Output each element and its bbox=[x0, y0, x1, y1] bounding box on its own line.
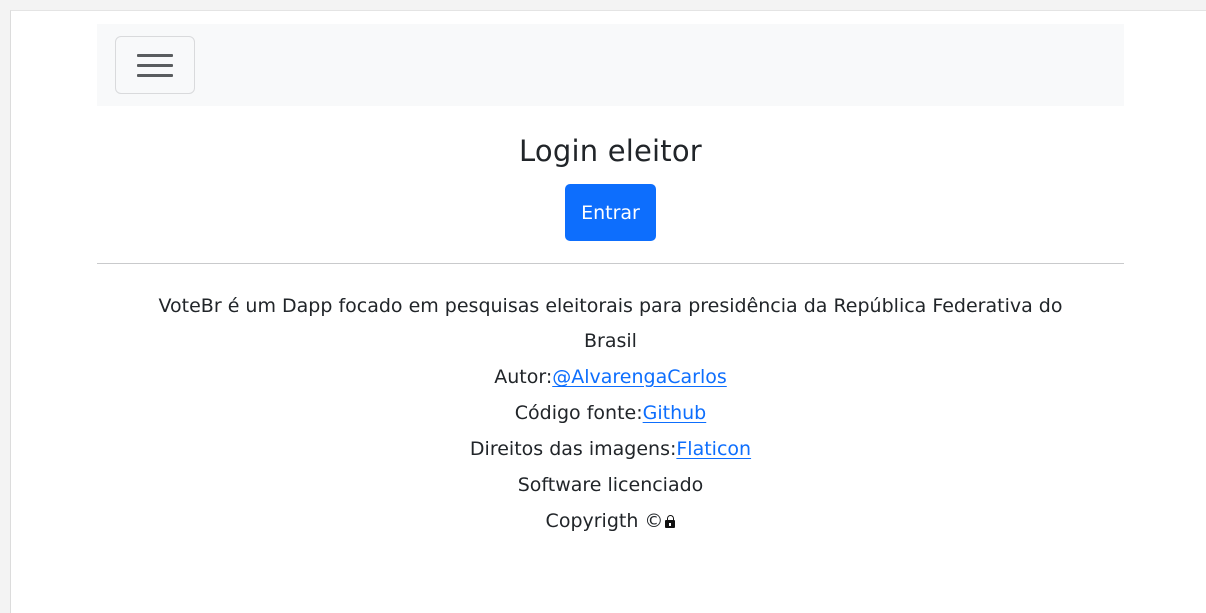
divider bbox=[97, 263, 1124, 264]
flaticon-link[interactable]: Flaticon bbox=[676, 438, 751, 460]
hamburger-line bbox=[137, 74, 173, 77]
author-label: Autor: bbox=[494, 366, 553, 388]
source-line: Código fonte:Github bbox=[97, 395, 1124, 431]
hamburger-line bbox=[137, 64, 173, 67]
browser-viewport: Login eleitor Entrar VoteBr é um Dapp fo… bbox=[10, 10, 1206, 613]
author-line: Autor:@AlvarengaCarlos bbox=[97, 359, 1124, 395]
lock-icon bbox=[665, 515, 676, 528]
images-label: Direitos das imagens: bbox=[469, 438, 677, 460]
enter-button[interactable]: Entrar bbox=[565, 184, 656, 241]
copyright-line: Copyrigth © bbox=[97, 503, 1124, 539]
author-link[interactable]: @AlvarengaCarlos bbox=[552, 366, 727, 388]
page-title: Login eleitor bbox=[519, 134, 702, 168]
footer: VoteBr é um Dapp focado em pesquisas ele… bbox=[97, 289, 1124, 539]
app-description: VoteBr é um Dapp focado em pesquisas ele… bbox=[158, 295, 1063, 352]
github-link[interactable]: Github bbox=[643, 402, 707, 424]
navbar bbox=[97, 24, 1124, 106]
copyright-text: Copyrigth © bbox=[545, 510, 664, 532]
hamburger-line bbox=[137, 54, 173, 57]
login-section: Login eleitor Entrar bbox=[97, 106, 1124, 241]
page-container: Login eleitor Entrar VoteBr é um Dapp fo… bbox=[97, 24, 1124, 539]
hamburger-menu-icon bbox=[137, 54, 173, 77]
images-line: Direitos das imagens:Flaticon bbox=[97, 431, 1124, 467]
navbar-toggler-button[interactable] bbox=[115, 36, 195, 94]
source-label: Código fonte: bbox=[514, 402, 643, 424]
license-text: Software licenciado bbox=[517, 474, 704, 496]
